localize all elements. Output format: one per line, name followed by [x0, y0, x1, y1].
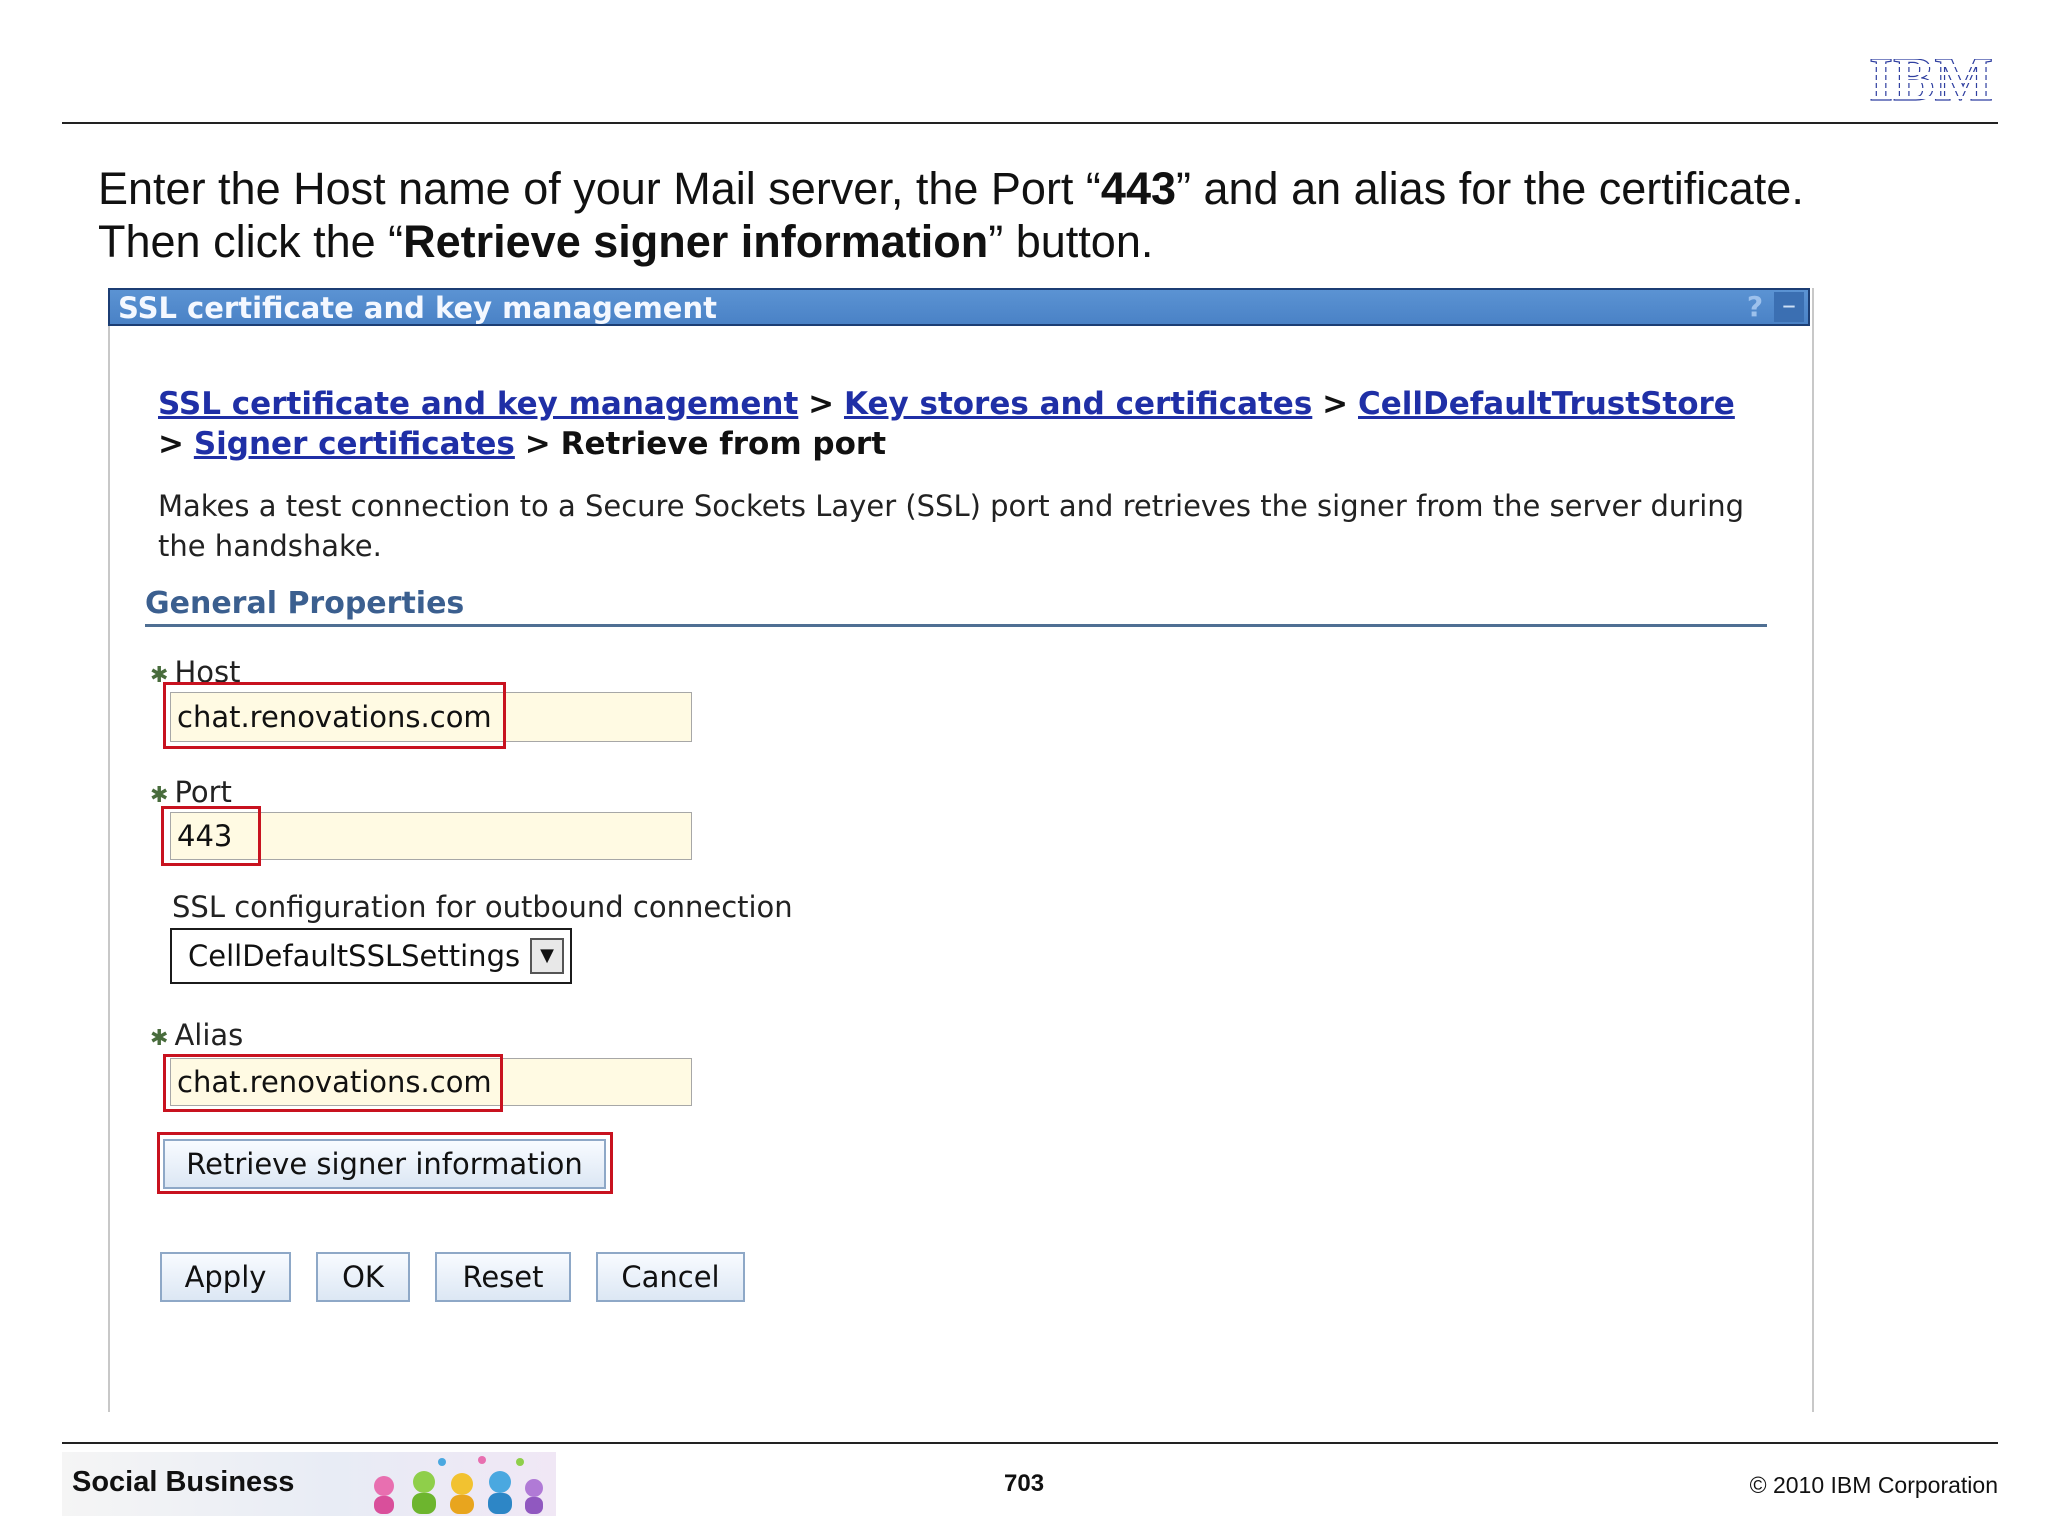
instructions-button-bold: Retrieve signer information — [403, 216, 989, 267]
people-illustration-icon — [374, 1456, 543, 1514]
ok-button[interactable]: OK — [316, 1252, 410, 1302]
instructions-text: ” button. — [988, 216, 1154, 267]
instructions-line-1: Enter the Host name of your Mail server,… — [98, 162, 1998, 215]
breadcrumb: SSL certificate and key management > Key… — [158, 384, 1738, 464]
cancel-button[interactable]: Cancel — [596, 1252, 745, 1302]
breadcrumb-link-truststore[interactable]: CellDefaultTrustStore — [1358, 386, 1735, 422]
instructions-text: Enter the Host name of your Mail server,… — [98, 163, 1101, 214]
footer-brand: Social Business — [72, 1466, 295, 1498]
port-label-text: Port — [174, 775, 232, 809]
minimize-icon[interactable]: – — [1774, 291, 1804, 322]
page-description: Makes a test connection to a Secure Sock… — [158, 489, 1745, 563]
reset-button[interactable]: Reset — [435, 1252, 571, 1302]
instructions-line-2: Then click the “Retrieve signer informat… — [98, 215, 1998, 268]
host-highlight — [163, 682, 506, 749]
footer-banner: Social Business — [62, 1452, 556, 1516]
ssl-config-select[interactable]: CellDefaultSSLSettings ▼ — [170, 928, 572, 984]
chevron-down-icon[interactable]: ▼ — [530, 938, 564, 974]
section-title: General Properties — [145, 586, 465, 621]
port-highlight — [161, 806, 261, 866]
panel-title: SSL certificate and key management — [118, 291, 717, 325]
alias-label: ✱ Alias — [150, 1018, 243, 1056]
copyright: © 2010 IBM Corporation — [1749, 1472, 1998, 1498]
retrieve-highlight — [157, 1132, 613, 1194]
instructions: Enter the Host name of your Mail server,… — [98, 162, 1998, 268]
required-icon: ✱ — [150, 783, 169, 808]
page-number: 703 — [1004, 1470, 1045, 1497]
breadcrumb-link-keystores[interactable]: Key stores and certificates — [844, 386, 1312, 422]
breadcrumb-separator: > — [1322, 386, 1349, 422]
section-divider — [145, 624, 1767, 627]
required-icon: ✱ — [150, 1026, 169, 1051]
ibm-logo: IBM — [1864, 50, 1998, 106]
breadcrumb-separator: > — [524, 426, 551, 462]
apply-button[interactable]: Apply — [160, 1252, 291, 1302]
breadcrumb-link-signer-certificates[interactable]: Signer certificates — [194, 426, 515, 462]
breadcrumb-current: Retrieve from port — [560, 426, 887, 462]
breadcrumb-separator: > — [808, 386, 835, 422]
ssl-config-value: CellDefaultSSLSettings — [188, 939, 521, 973]
footer-rule — [62, 1442, 1998, 1444]
breadcrumb-link-ssl[interactable]: SSL certificate and key management — [158, 386, 798, 422]
instructions-port-bold: 443 — [1100, 163, 1177, 214]
breadcrumb-separator: > — [158, 426, 184, 462]
ssl-config-label: SSL configuration for outbound connectio… — [172, 890, 793, 924]
panel-titlebar: SSL certificate and key management ? – — [108, 288, 1810, 326]
help-icon[interactable]: ? — [1740, 292, 1770, 322]
alias-highlight — [163, 1054, 503, 1112]
instructions-text: Then click the “ — [98, 216, 404, 267]
instructions-text: ” and an alias for the certificate. — [1176, 163, 1804, 214]
alias-label-text: Alias — [174, 1018, 244, 1052]
header-rule — [62, 122, 1998, 124]
